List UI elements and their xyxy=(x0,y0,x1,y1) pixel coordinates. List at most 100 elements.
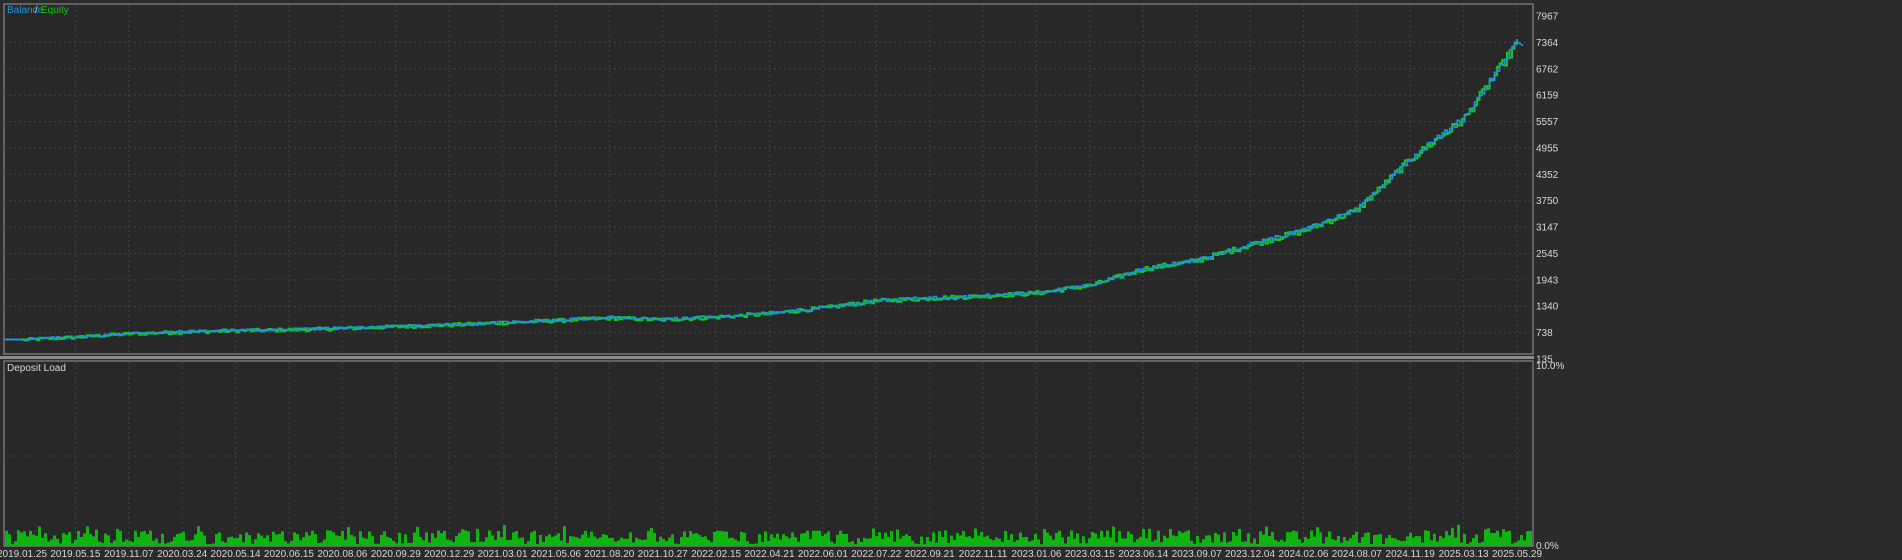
deposit-load-bar xyxy=(398,532,401,546)
deposit-load-bar xyxy=(374,543,377,546)
deposit-load-bar xyxy=(509,539,512,546)
deposit-load-bar xyxy=(1196,535,1199,546)
deposit-load-bar xyxy=(1457,524,1460,546)
deposit-load-bar xyxy=(506,540,509,546)
deposit-load-bar xyxy=(1286,532,1289,546)
deposit-load-bar xyxy=(1334,540,1337,546)
deposit-load-bar xyxy=(428,542,431,546)
deposit-load-bar xyxy=(194,534,197,546)
deposit-load-bar xyxy=(908,536,911,546)
deposit-load-bar xyxy=(227,537,230,546)
deposit-load-bar xyxy=(677,544,680,546)
deposit-load-bar xyxy=(1376,534,1379,546)
deposit-load-bar xyxy=(1436,541,1439,546)
deposit-load-bar xyxy=(182,531,185,546)
deposit-load-bar xyxy=(257,533,260,546)
deposit-load-bar xyxy=(1199,542,1202,546)
deposit-load-bar xyxy=(320,542,323,546)
deposit-load-bar xyxy=(1142,529,1145,546)
deposit-load-bar xyxy=(1460,542,1463,546)
deposit-load-bar xyxy=(800,533,803,546)
deposit-load-bar xyxy=(1154,539,1157,546)
deposit-load-bar xyxy=(125,539,128,546)
chart-canvas: 7967 7364 6762 6159 5557 4955 4352 3750 3147 2545… xyxy=(0,0,1902,560)
deposit-load-bar xyxy=(1106,530,1109,546)
deposit-load-bar xyxy=(836,534,839,546)
deposit-load-bar xyxy=(1163,535,1166,546)
deposit-load-bar xyxy=(1511,543,1514,546)
deposit-load-bar xyxy=(176,534,179,546)
deposit-load-bar xyxy=(761,542,764,546)
deposit-load-bar xyxy=(128,540,131,546)
deposit-load-bar xyxy=(155,538,158,546)
deposit-load-bar xyxy=(779,539,782,546)
deposit-load-bar xyxy=(1496,530,1499,546)
deposit-load-bar xyxy=(899,538,902,546)
deposit-load-bar xyxy=(1025,537,1028,546)
deposit-load-bar xyxy=(1040,544,1043,546)
deposit-load-bar xyxy=(614,541,617,546)
deposit-load-bar xyxy=(953,539,956,546)
deposit-load-bar xyxy=(209,544,212,546)
deposit-load-bar xyxy=(1058,530,1061,546)
deposit-load-bar xyxy=(758,534,761,546)
deposit-load-bar xyxy=(485,537,488,546)
deposit-load-bar xyxy=(1037,539,1040,546)
deposit-load-bar xyxy=(329,530,332,546)
deposit-load-bar xyxy=(1463,534,1466,546)
deposit-load-bar xyxy=(1133,542,1136,546)
deposit-load-bar xyxy=(746,541,749,546)
deposit-load-bar xyxy=(1187,530,1190,546)
deposit-load-bar xyxy=(1160,542,1163,546)
deposit-load-bar xyxy=(1211,542,1214,546)
deposit-load-bar xyxy=(35,535,38,546)
deposit-load-bar xyxy=(797,541,800,546)
deposit-load-bar xyxy=(1004,530,1007,546)
deposit-load-bar xyxy=(560,540,563,546)
deposit-load-bar xyxy=(1034,534,1037,546)
deposit-load-bar xyxy=(404,534,407,546)
deposit-load-bar xyxy=(764,531,767,546)
deposit-load-bar xyxy=(641,540,644,546)
deposit-load-bar xyxy=(1433,533,1436,546)
deposit-load-bar xyxy=(107,535,110,546)
deposit-load-bar xyxy=(890,531,893,546)
deposit-load-bar xyxy=(1313,536,1316,546)
deposit-load-bar xyxy=(830,541,833,546)
deposit-load-bar xyxy=(1148,528,1151,546)
deposit-load-bar xyxy=(725,531,728,546)
deposit-load-bar xyxy=(791,532,794,546)
deposit-load-bar xyxy=(1502,529,1505,546)
deposit-load-bar xyxy=(1097,538,1100,546)
deposit-load-bar xyxy=(788,538,791,546)
deposit-load-bar xyxy=(851,541,854,546)
deposit-load-bar xyxy=(815,530,818,546)
deposit-load-bar xyxy=(248,535,251,546)
deposit-load-bar xyxy=(1385,538,1388,546)
deposit-load-bar xyxy=(1337,535,1340,546)
deposit-load-bar xyxy=(1295,531,1298,546)
deposit-load-bar xyxy=(170,541,173,546)
deposit-load-bar xyxy=(287,543,290,546)
deposit-load-bar xyxy=(215,533,218,546)
deposit-load-ytick-top: 10.0% xyxy=(1536,361,1564,372)
deposit-load-bar xyxy=(1379,533,1382,546)
deposit-load-bar xyxy=(1271,531,1274,546)
legend-separator: / xyxy=(35,5,38,16)
deposit-load-bar xyxy=(1208,535,1211,546)
deposit-load-bar xyxy=(1472,538,1475,546)
deposit-load-bar xyxy=(965,536,968,546)
pane-separator[interactable] xyxy=(0,356,1534,359)
deposit-load-bar xyxy=(101,542,104,546)
deposit-load-bar xyxy=(530,532,533,546)
deposit-load-bar xyxy=(650,527,653,546)
deposit-load-bar xyxy=(1121,538,1124,546)
deposit-load-bar xyxy=(317,542,320,546)
x-tick-label: 2025.03.13 xyxy=(1439,549,1489,560)
deposit-load-bar xyxy=(974,528,977,546)
deposit-load-bar xyxy=(548,534,551,546)
deposit-load-bar xyxy=(371,536,374,546)
deposit-load-bar xyxy=(1226,542,1229,546)
deposit-load-bar xyxy=(332,532,335,546)
deposit-load-bar xyxy=(599,537,602,546)
